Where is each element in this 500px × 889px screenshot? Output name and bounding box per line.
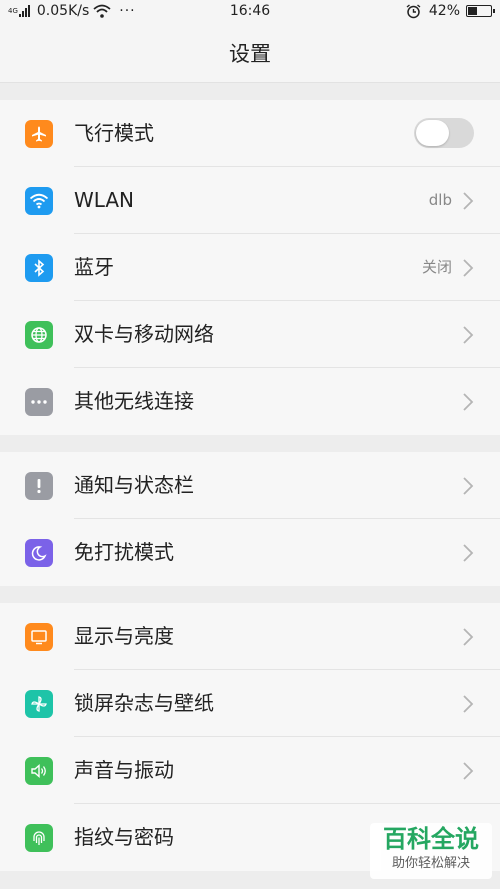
settings-item-airplane-mode[interactable]: 飞行模式 [0,100,500,167]
settings-item-label: 指纹与密码 [74,825,174,849]
wifi-icon [25,187,53,215]
notification-icon [25,472,53,500]
pinwheel-icon [25,690,53,718]
settings-item-label: 免打扰模式 [74,540,174,564]
toggle-knob [416,120,449,146]
battery-percent: 42% [428,3,460,19]
status-bar: 4G 0.05K/s ··· 16:46 42% [0,0,500,24]
settings-item-label: WLAN [74,188,135,212]
chevron-right-icon [463,326,474,344]
settings-item-label: 显示与亮度 [74,624,174,648]
chevron-right-icon [463,544,474,562]
watermark-subtitle: 助你轻松解决 [391,856,470,871]
speaker-icon [25,757,53,785]
settings-group-connectivity: 飞行模式 WLAN dlb 蓝牙 关闭 双卡与移动网络 其他无线连接 [0,100,500,435]
settings-item-label: 锁屏杂志与壁纸 [74,691,214,715]
settings-item-wlan[interactable]: WLAN dlb [0,167,500,234]
bluetooth-icon [25,254,53,282]
settings-item-display[interactable]: 显示与亮度 [0,603,500,670]
settings-item-label: 其他无线连接 [74,389,194,413]
globe-icon [25,321,53,349]
settings-item-do-not-disturb[interactable]: 免打扰模式 [0,519,500,586]
more-icon [25,388,53,416]
settings-item-label: 通知与状态栏 [74,473,194,497]
settings-item-lockscreen-wallpaper[interactable]: 锁屏杂志与壁纸 [0,670,500,737]
fingerprint-icon [25,824,53,852]
chevron-right-icon [463,477,474,495]
bluetooth-value: 关闭 [421,258,452,276]
settings-item-sound[interactable]: 声音与振动 [0,737,500,804]
battery-icon [466,5,495,17]
settings-item-bluetooth[interactable]: 蓝牙 关闭 [0,234,500,301]
airplane-mode-toggle[interactable] [414,118,474,148]
chevron-right-icon [463,393,474,411]
page-title: 设置 [229,42,271,66]
watermark-title: 百科全说 [383,825,479,853]
chevron-right-icon [463,192,474,210]
settings-item-dual-sim[interactable]: 双卡与移动网络 [0,301,500,368]
settings-item-other-wireless[interactable]: 其他无线连接 [0,368,500,435]
settings-item-label: 蓝牙 [74,255,114,279]
alarm-icon [406,3,421,18]
settings-item-label: 双卡与移动网络 [74,322,214,346]
airplane-icon [25,120,53,148]
chevron-right-icon [463,695,474,713]
chevron-right-icon [463,259,474,277]
moon-icon [25,539,53,567]
display-icon [25,623,53,651]
settings-group-notifications: 通知与状态栏 免打扰模式 [0,452,500,586]
status-right: 42% [406,3,495,19]
chevron-right-icon [463,762,474,780]
chevron-right-icon [463,628,474,646]
wlan-value: dlb [428,191,452,209]
settings-item-label: 飞行模式 [74,121,154,145]
settings-item-label: 声音与振动 [74,758,174,782]
header: 设置 [0,24,500,83]
watermark-logo: 百科全说 助你轻松解决 [370,823,492,879]
settings-item-notifications[interactable]: 通知与状态栏 [0,452,500,519]
